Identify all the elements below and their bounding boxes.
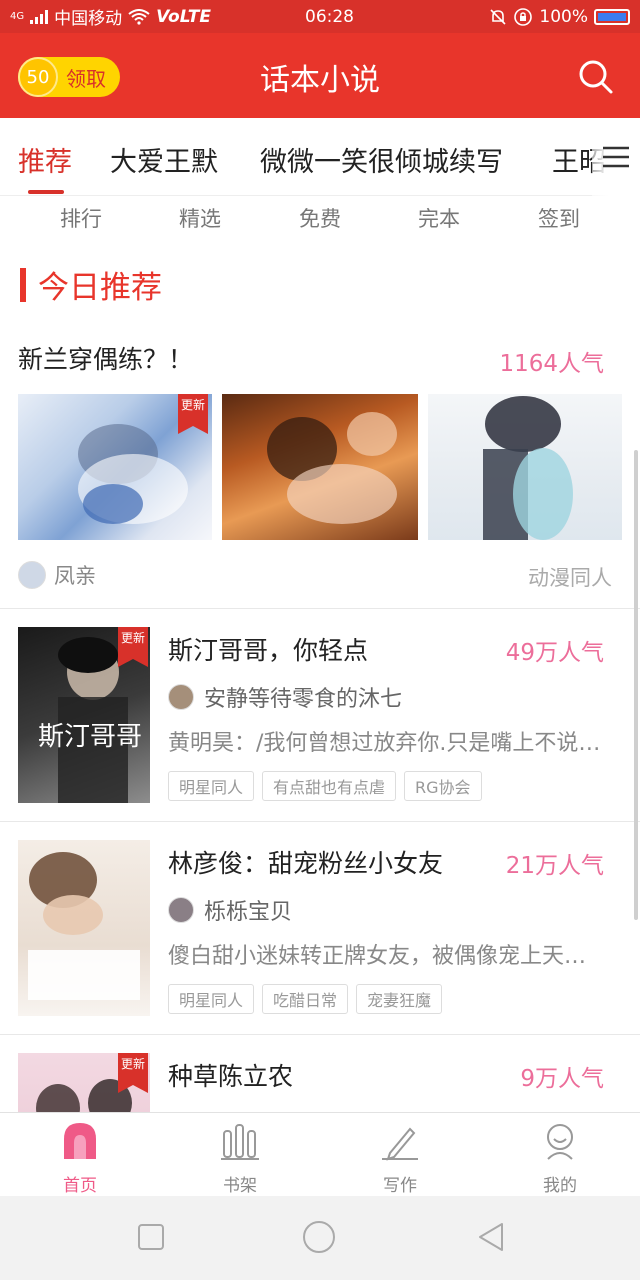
profile-icon <box>547 1124 573 1160</box>
book-tag[interactable]: 宠妻狂魔 <box>356 984 443 1014</box>
network-type: 4G <box>10 11 25 22</box>
category-tabs: 推荐 大爱王默 微微一笑很倾城续写 王昭 <box>0 118 640 196</box>
book-description: 傻白甜小迷妹转正牌女友，被偶像宠上天的故事 <box>168 944 608 969</box>
book-author[interactable]: 栎栎宝贝 <box>168 894 292 926</box>
featured-author-name: 凤亲 <box>54 564 96 588</box>
quick-links: 排行 精选 免费 完本 签到 <box>0 197 640 237</box>
signal-icon <box>30 9 49 24</box>
author-avatar <box>168 684 194 710</box>
featured-cover-3[interactable] <box>428 394 622 540</box>
home-circle-icon[interactable] <box>302 1220 336 1254</box>
rotation-lock-icon <box>514 7 533 26</box>
status-bar: 4G 中国移动 VoLTE 06:28 100% <box>0 0 640 33</box>
quick-link-free[interactable]: 免费 <box>299 203 341 233</box>
nav-label: 我的 <box>543 1176 577 1196</box>
system-navigation-bar <box>0 1196 640 1280</box>
nav-label: 书架 <box>223 1176 257 1196</box>
menu-icon[interactable] <box>592 118 640 196</box>
book-author-name: 栎栎宝贝 <box>204 900 293 925</box>
tab-recommend[interactable]: 推荐 <box>18 140 72 179</box>
nav-bookshelf[interactable]: 书架 <box>200 1121 280 1196</box>
recent-apps-icon[interactable] <box>137 1223 165 1251</box>
app-bar: 50 领取 话本小说 <box>0 33 640 118</box>
featured-genre: 动漫同人 <box>528 566 612 590</box>
featured-cover-1[interactable]: 更新 <box>18 394 212 540</box>
book-tag[interactable]: RG协会 <box>404 771 482 801</box>
book-tag[interactable]: 明星同人 <box>168 984 255 1014</box>
active-tab-indicator <box>28 190 64 194</box>
book-cover: 斯汀哥哥 你轻点 更新 <box>18 627 150 803</box>
tab-weiwei-sequel[interactable]: 微微一笑很倾城续写 <box>260 140 503 179</box>
book-cover <box>18 840 150 1016</box>
book-item[interactable]: 更新 种草陈立农 9万人气 <box>0 1035 640 1112</box>
cover-title-text: 斯汀哥哥 你轻点 <box>38 722 150 752</box>
quick-link-checkin[interactable]: 签到 <box>538 203 580 233</box>
book-item[interactable]: 斯汀哥哥 你轻点 更新 斯汀哥哥，你轻点 49万人气 安静等待零食的沐七 黄明昊… <box>0 609 640 821</box>
anime-couple-suit-illustration <box>483 396 573 540</box>
back-icon[interactable] <box>476 1221 506 1253</box>
bookshelf-icon <box>221 1124 259 1160</box>
nav-write[interactable]: 写作 <box>360 1121 440 1196</box>
book-tag[interactable]: 有点甜也有点虐 <box>262 771 397 801</box>
book-title: 斯汀哥哥，你轻点 <box>168 636 369 665</box>
tab-dai-wang-mo[interactable]: 大爱王默 <box>110 140 218 179</box>
nav-profile[interactable]: 我的 <box>520 1121 600 1196</box>
book-popularity: 49万人气 <box>505 640 604 666</box>
battery-icon <box>594 8 630 25</box>
section-accent-bar <box>20 267 26 302</box>
book-title: 林彦俊：甜宠粉丝小女友 <box>168 849 444 878</box>
book-popularity: 21万人气 <box>505 853 604 879</box>
nav-label: 首页 <box>63 1176 97 1196</box>
pen-icon <box>382 1127 418 1161</box>
app-title: 话本小说 <box>260 63 380 98</box>
volte-indicator: VoLTE <box>156 6 211 27</box>
author-avatar <box>168 897 194 923</box>
book-cover: 更新 <box>18 1053 150 1112</box>
book-item[interactable]: 林彦俊：甜宠粉丝小女友 21万人气 栎栎宝贝 傻白甜小迷妹转正牌女友，被偶像宠上… <box>0 822 640 1034</box>
carrier-name: 中国移动 <box>54 9 123 29</box>
quick-link-completed[interactable]: 完本 <box>418 203 460 233</box>
section-title: 今日推荐 <box>38 270 162 306</box>
clock: 06:28 <box>305 6 354 27</box>
bottom-navigation: 首页 书架 写作 我的 <box>0 1112 640 1196</box>
featured-title[interactable]: 新兰穿偶练？！ <box>18 340 193 376</box>
book-tag[interactable]: 吃醋日常 <box>262 984 349 1014</box>
featured-popularity: 1164人气 <box>499 351 604 377</box>
book-cover-art <box>28 852 140 1000</box>
book-tags: 明星同人 吃醋日常 宠妻狂魔 <box>168 984 443 1014</box>
book-tags: 明星同人 有点甜也有点虐 RG协会 <box>168 771 482 801</box>
battery-percent: 100% <box>539 6 588 27</box>
search-icon[interactable] <box>578 59 614 95</box>
anime-embrace-illustration <box>267 412 397 524</box>
book-author-name: 安静等待零食的沐七 <box>204 687 403 712</box>
author-avatar <box>18 561 46 589</box>
featured-author[interactable]: 凤亲 <box>18 560 96 590</box>
book-popularity: 9万人气 <box>520 1066 604 1092</box>
book-tag[interactable]: 明星同人 <box>168 771 255 801</box>
mute-bell-icon <box>490 8 506 25</box>
quick-link-ranking[interactable]: 排行 <box>60 203 102 233</box>
book-author[interactable]: 安静等待零食的沐七 <box>168 681 402 713</box>
wifi-icon <box>128 8 150 25</box>
home-icon <box>64 1123 96 1159</box>
section-header: 今日推荐 <box>20 262 162 307</box>
nav-home[interactable]: 首页 <box>40 1121 120 1196</box>
quick-link-featured[interactable]: 精选 <box>179 203 221 233</box>
nav-label: 写作 <box>383 1176 417 1196</box>
book-description: 黄明昊：/我何曾想过放弃你.只是嘴上不说而已 <box>168 731 608 756</box>
book-title: 种草陈立农 <box>168 1062 294 1091</box>
featured-cover-2[interactable] <box>222 394 418 540</box>
scrollbar[interactable] <box>634 450 638 920</box>
